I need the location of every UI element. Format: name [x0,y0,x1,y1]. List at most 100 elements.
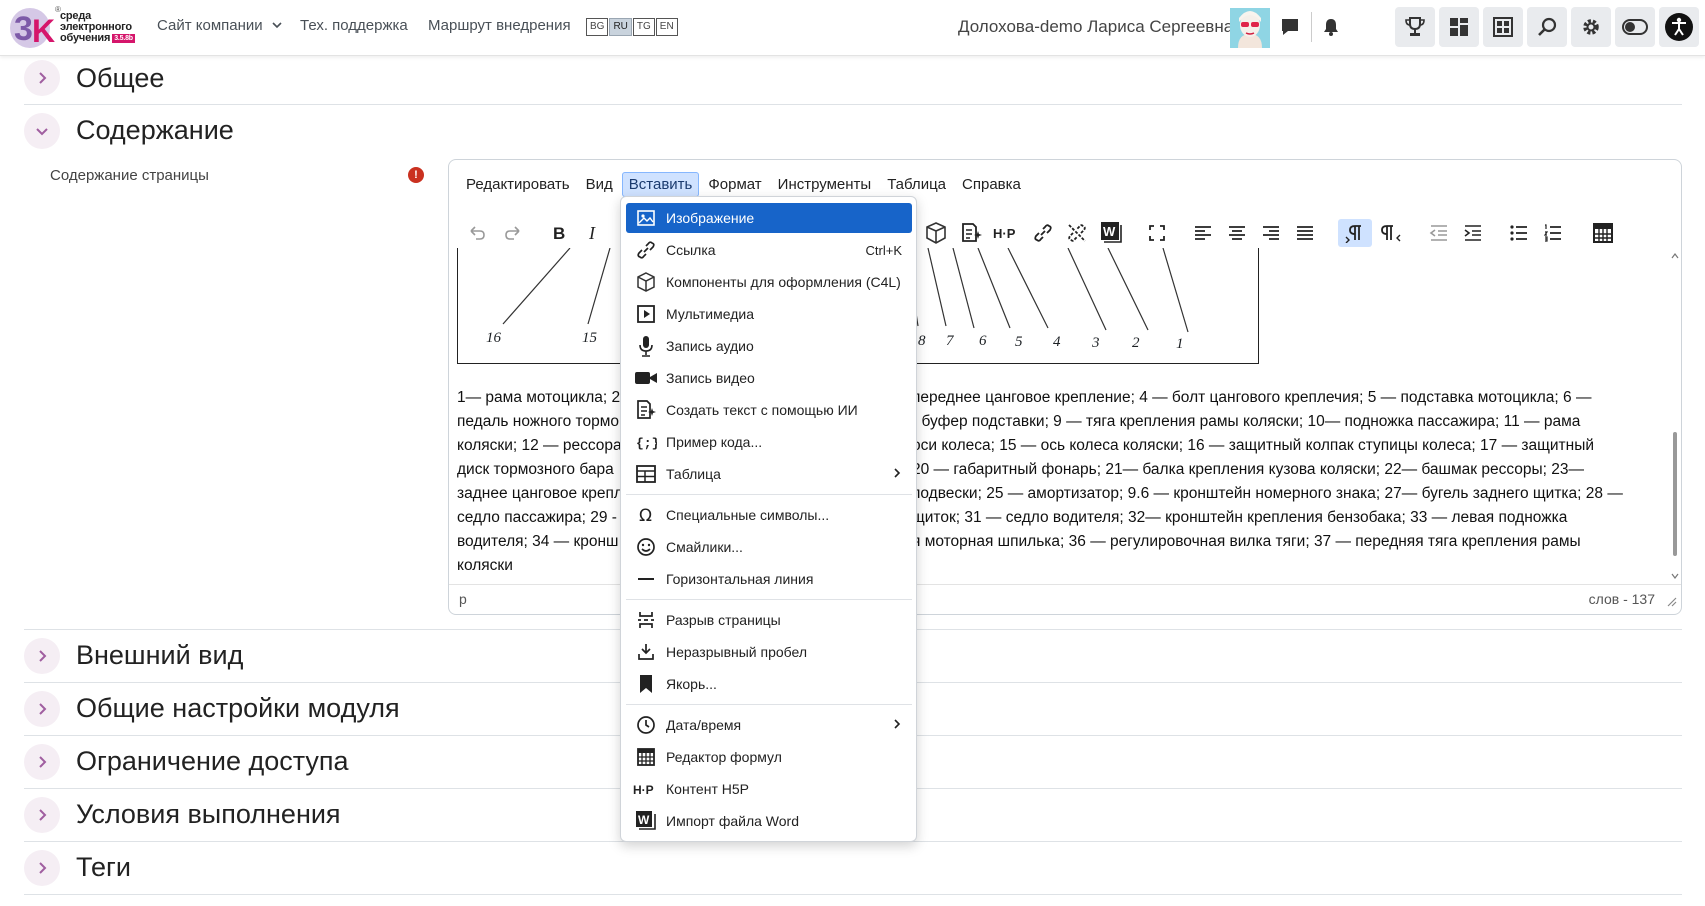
lang-tg[interactable]: TG [632,18,655,36]
menu-table[interactable]: Таблица [880,172,953,197]
menu-help[interactable]: Справка [955,172,1028,197]
h5p-icon[interactable]: H·P [991,219,1023,247]
menu-item-datetime[interactable]: Дата/время [626,710,912,740]
figure-number: 15 [582,330,597,346]
nav-support[interactable]: Тех. поддержка [300,17,408,34]
chevron-right-icon[interactable] [24,691,60,727]
menu-item-word-import[interactable]: W Импорт файла Word [626,806,912,836]
cube-icon[interactable] [922,219,950,247]
menu-tools[interactable]: Инструменты [771,172,879,197]
italic-icon[interactable]: I [579,219,607,247]
bold-icon[interactable]: B [545,219,573,247]
menu-item-nbsp[interactable]: Неразрывный пробел [626,637,912,667]
clock-icon [626,710,666,740]
avatar[interactable] [1230,8,1270,48]
calculator-icon[interactable] [1589,219,1617,247]
unlink-icon[interactable] [1063,219,1091,247]
menu-item-record-audio[interactable]: Запись аудио [626,331,912,361]
section-general[interactable]: Общее [24,56,1682,105]
menu-item-c4l[interactable]: Компоненты для оформления (C4L) [626,267,912,297]
menu-item-table[interactable]: Таблица [626,459,912,489]
word-count[interactable]: слов - 137 [1589,591,1655,607]
menu-item-record-video[interactable]: Запись видео [626,363,912,393]
menu-view[interactable]: Вид [579,172,620,197]
svg-text:Ω: Ω [639,506,652,525]
lang-en[interactable]: EN [655,18,678,36]
trophy-icon [1405,17,1425,36]
figure-number: 2 [1132,335,1140,351]
settings-button[interactable] [1571,7,1611,47]
messages-icon[interactable] [1277,14,1303,40]
indent-icon[interactable] [1459,219,1487,247]
trophy-button[interactable] [1395,7,1435,47]
paragraph-line: подвески; 25 — амортизатор; 9.6 — кроншт… [912,485,1623,502]
align-right-icon[interactable] [1257,219,1285,247]
avatar-image [1230,8,1270,48]
menu-item-image[interactable]: Изображение [626,203,912,233]
menu-item-special-chars[interactable]: Ω Специальные символы... [626,500,912,530]
user-name[interactable]: Долохова-demo Лариса Сергеевна [958,17,1233,37]
notifications-bell-icon[interactable] [1318,14,1344,40]
editor-scrollbar[interactable] [1671,252,1679,582]
chevron-right-icon[interactable] [24,797,60,833]
undo-icon[interactable] [463,219,491,247]
chevron-right-icon[interactable] [24,638,60,674]
lang-ru[interactable]: RU [609,18,632,36]
menu-item-label: Смайлики... [666,539,743,555]
align-left-icon[interactable] [1189,219,1217,247]
dashboard-button[interactable] [1439,7,1479,47]
menu-item-formula-editor[interactable]: Редактор формул [626,742,912,772]
chevron-right-icon[interactable] [24,60,60,96]
section-title: Теги [76,852,131,882]
rtl-direction-icon[interactable] [1377,219,1405,247]
ltr-direction-icon[interactable] [1338,219,1372,247]
outdent-icon[interactable] [1425,219,1453,247]
menu-item-link[interactable]: Ссылка Ctrl+K [626,235,912,265]
redo-icon[interactable] [499,219,527,247]
menu-item-code-sample[interactable]: {;} Пример кода... [626,427,912,457]
element-path[interactable]: p [459,591,467,607]
menu-item-page-break[interactable]: Разрыв страницы [626,605,912,635]
section-tags[interactable]: Теги [24,842,1682,895]
fullscreen-icon[interactable] [1143,219,1171,247]
chevron-right-icon[interactable] [24,744,60,780]
search-icon [1538,17,1557,36]
menu-item-label: Запись видео [666,370,755,386]
menu-item-emoticons[interactable]: Смайлики... [626,532,912,562]
nav-company-site[interactable]: Сайт компании [157,17,282,34]
emoji-icon [626,532,666,562]
chevron-right-icon[interactable] [24,850,60,886]
bullet-list-icon[interactable] [1505,219,1533,247]
toggle-icon [1622,19,1648,35]
chevron-down-icon[interactable] [24,113,60,149]
menu-item-label: Запись аудио [666,338,754,354]
menu-item-media[interactable]: Мультимедиа [626,299,912,329]
link-icon[interactable] [1029,219,1057,247]
menu-edit[interactable]: Редактировать [459,172,577,197]
align-justify-icon[interactable] [1291,219,1319,247]
search-button[interactable] [1527,7,1567,47]
accessibility-button[interactable] [1659,7,1699,47]
numbered-list-icon[interactable] [1539,219,1567,247]
menu-item-ai-text[interactable]: Создать текст с помощью ИИ [626,395,912,425]
menu-insert[interactable]: Вставить [621,171,700,197]
cube-icon [626,267,666,297]
lang-bg[interactable]: BG [586,18,609,36]
edit-mode-toggle[interactable] [1615,7,1655,47]
course-grid-button[interactable] [1483,7,1523,47]
menu-separator [626,599,912,600]
nav-implementation-route[interactable]: Маршрут внедрения [428,17,571,34]
ai-text-icon[interactable] [957,219,985,247]
align-center-icon[interactable] [1223,219,1251,247]
svg-text:3: 3 [14,10,33,48]
menu-item-h5p[interactable]: H·P Контент H5P [626,774,912,804]
menu-item-anchor[interactable]: Якорь... [626,669,912,699]
menu-format[interactable]: Формат [701,172,768,197]
word-import-icon[interactable]: W [1097,219,1125,247]
resize-handle-icon[interactable] [1665,595,1677,607]
site-logo[interactable]: 3 K ® среда электронного обучения 3.5.8b [8,2,143,52]
code-sample-icon: {;} [626,427,666,457]
horizontal-line-icon [626,564,666,594]
course-grid-icon [1493,17,1513,37]
menu-item-horizontal-line[interactable]: Горизонтальная линия [626,564,912,594]
